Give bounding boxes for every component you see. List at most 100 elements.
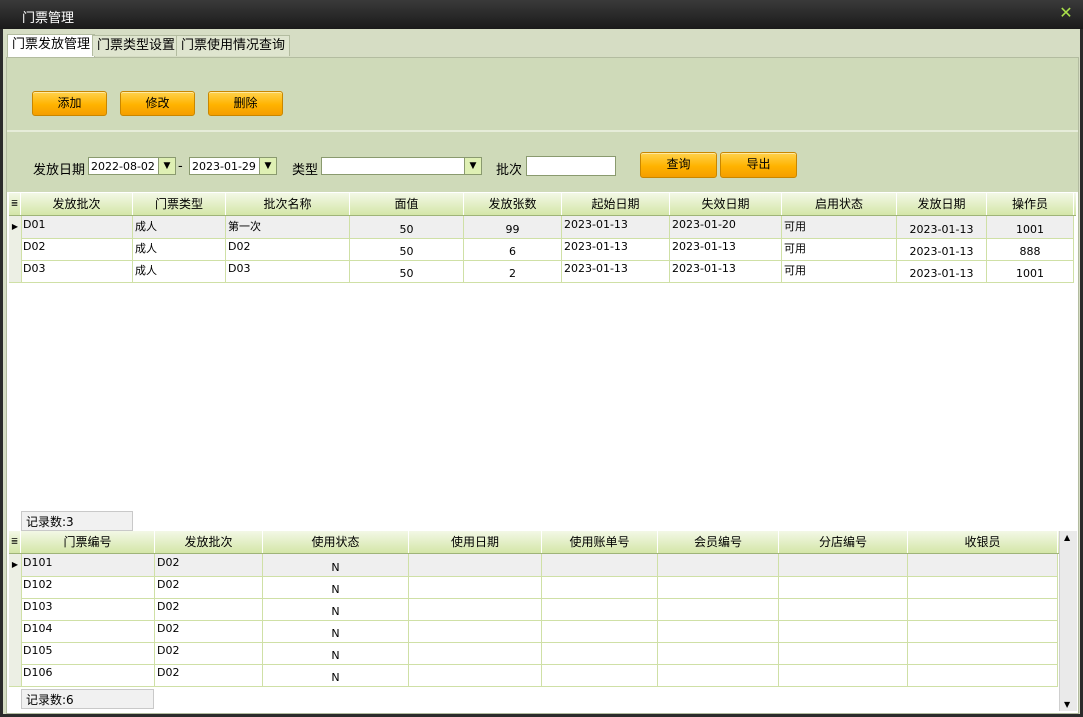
table-cell[interactable]: D02	[155, 642, 263, 664]
table-cell[interactable]	[779, 664, 908, 686]
table-cell[interactable]: 2023-01-13	[897, 238, 987, 260]
col-ticket-no[interactable]: 门票编号	[21, 531, 155, 553]
scroll-down-icon[interactable]: ▼	[1064, 700, 1070, 709]
table-cell[interactable]: N	[263, 664, 409, 686]
table-cell[interactable]: 888	[987, 238, 1074, 260]
table-cell[interactable]	[908, 620, 1058, 642]
col-ticket-type[interactable]: 门票类型	[133, 193, 226, 215]
table-cell[interactable]: D03	[226, 260, 350, 282]
table-cell[interactable]	[409, 598, 542, 620]
table-row[interactable]: D104 D02 N	[9, 620, 1058, 643]
table-cell[interactable]	[779, 620, 908, 642]
table-cell[interactable]: D02	[155, 554, 263, 576]
table-cell[interactable]: 6	[464, 238, 562, 260]
table-row[interactable]: D105 D02 N	[9, 642, 1058, 665]
col-use-date[interactable]: 使用日期	[409, 531, 542, 553]
col-bill-no[interactable]: 使用账单号	[542, 531, 658, 553]
table-cell[interactable]	[779, 576, 908, 598]
table-cell[interactable]: 可用	[782, 216, 897, 238]
date-from-picker[interactable]: 2022-08-02 ▼	[88, 157, 176, 175]
col-issue-batch[interactable]: 发放批次	[155, 531, 263, 553]
table-cell[interactable]: 2	[464, 260, 562, 282]
table-cell[interactable]	[658, 642, 779, 664]
chevron-down-icon[interactable]: ▼	[259, 158, 276, 174]
table-cell[interactable]: 成人	[133, 216, 226, 238]
table-cell[interactable]	[658, 664, 779, 686]
table-cell[interactable]	[908, 554, 1058, 576]
table-cell[interactable]	[908, 642, 1058, 664]
table-cell[interactable]: D02	[155, 598, 263, 620]
table-cell[interactable]: 1001	[987, 260, 1074, 282]
table-cell[interactable]: 2023-01-13	[562, 216, 670, 238]
col-enabled-status[interactable]: 启用状态	[782, 193, 897, 215]
add-button[interactable]: 添加	[32, 91, 107, 116]
table-cell[interactable]: 第一次	[226, 216, 350, 238]
table-row[interactable]: D02 成人 D02 50 6 2023-01-13 2023-01-13 可用 2023-01…	[9, 238, 1074, 261]
tab-ticket-type[interactable]: 门票类型设置	[92, 35, 181, 56]
type-select[interactable]: ▼	[321, 157, 482, 175]
table-cell[interactable]: D102	[21, 576, 155, 598]
col-member-no[interactable]: 会员编号	[658, 531, 779, 553]
table-row[interactable]: D03 成人 D03 50 2 2023-01-13 2023-01-13 可用 2023-01…	[9, 260, 1074, 283]
table-cell[interactable]: 50	[350, 260, 464, 282]
table-cell[interactable]: 成人	[133, 238, 226, 260]
col-batch[interactable]: 发放批次	[21, 193, 133, 215]
table-cell[interactable]: 2023-01-13	[562, 238, 670, 260]
tab-ticket-issue[interactable]: 门票发放管理	[7, 34, 96, 58]
tab-ticket-usage[interactable]: 门票使用情况查询	[176, 35, 291, 56]
table-row[interactable]: D102 D02 N	[9, 576, 1058, 599]
chevron-down-icon[interactable]: ▼	[158, 158, 175, 174]
table-cell[interactable]: 可用	[782, 238, 897, 260]
col-issue-date[interactable]: 发放日期	[897, 193, 987, 215]
table-cell[interactable]: D02	[155, 576, 263, 598]
table-cell[interactable]: D02	[226, 238, 350, 260]
table-cell[interactable]: D02	[155, 620, 263, 642]
table-row[interactable]: ▶ D01 成人 第一次 50 99 2023-01-13 2023-01-20 可用 2023-…	[9, 216, 1074, 239]
ticket-grid-scrollbar[interactable]: ▲ ▼	[1059, 531, 1077, 711]
table-cell[interactable]	[658, 576, 779, 598]
table-cell[interactable]: 2023-01-13	[897, 260, 987, 282]
table-cell[interactable]	[658, 554, 779, 576]
col-batch-name[interactable]: 批次名称	[226, 193, 350, 215]
table-cell[interactable]: N	[263, 576, 409, 598]
export-button[interactable]: 导出	[720, 152, 797, 178]
table-cell[interactable]	[908, 664, 1058, 686]
table-cell[interactable]: 50	[350, 216, 464, 238]
table-cell[interactable]	[542, 554, 658, 576]
table-row[interactable]: ▶ D101 D02 N	[9, 554, 1058, 577]
chevron-down-icon[interactable]: ▼	[464, 158, 481, 174]
table-cell[interactable]	[542, 620, 658, 642]
col-cashier[interactable]: 收银员	[908, 531, 1058, 553]
table-cell[interactable]: N	[263, 620, 409, 642]
table-cell[interactable]	[542, 664, 658, 686]
table-cell[interactable]: 1001	[987, 216, 1074, 238]
table-cell[interactable]: D101	[21, 554, 155, 576]
table-cell[interactable]: D02	[21, 238, 133, 260]
table-cell[interactable]	[908, 576, 1058, 598]
table-cell[interactable]: D01	[21, 216, 133, 238]
date-to-picker[interactable]: 2023-01-29 ▼	[189, 157, 277, 175]
table-cell[interactable]	[409, 664, 542, 686]
table-cell[interactable]	[542, 576, 658, 598]
query-button[interactable]: 查询	[640, 152, 717, 178]
batch-input[interactable]	[526, 156, 616, 176]
table-cell[interactable]	[779, 598, 908, 620]
scroll-up-icon[interactable]: ▲	[1064, 533, 1070, 542]
table-cell[interactable]: 2023-01-13	[670, 238, 782, 260]
table-cell[interactable]	[908, 598, 1058, 620]
table-cell[interactable]: 可用	[782, 260, 897, 282]
col-issue-count[interactable]: 发放张数	[464, 193, 562, 215]
table-cell[interactable]	[409, 642, 542, 664]
edit-button[interactable]: 修改	[120, 91, 195, 116]
table-cell[interactable]: D103	[21, 598, 155, 620]
table-cell[interactable]: N	[263, 642, 409, 664]
table-cell[interactable]: D02	[155, 664, 263, 686]
table-cell[interactable]: 50	[350, 238, 464, 260]
col-use-status[interactable]: 使用状态	[263, 531, 409, 553]
table-cell[interactable]	[779, 642, 908, 664]
table-cell[interactable]	[779, 554, 908, 576]
table-cell[interactable]: N	[263, 554, 409, 576]
table-cell[interactable]: D03	[21, 260, 133, 282]
col-branch-no[interactable]: 分店编号	[779, 531, 908, 553]
table-cell[interactable]: D106	[21, 664, 155, 686]
